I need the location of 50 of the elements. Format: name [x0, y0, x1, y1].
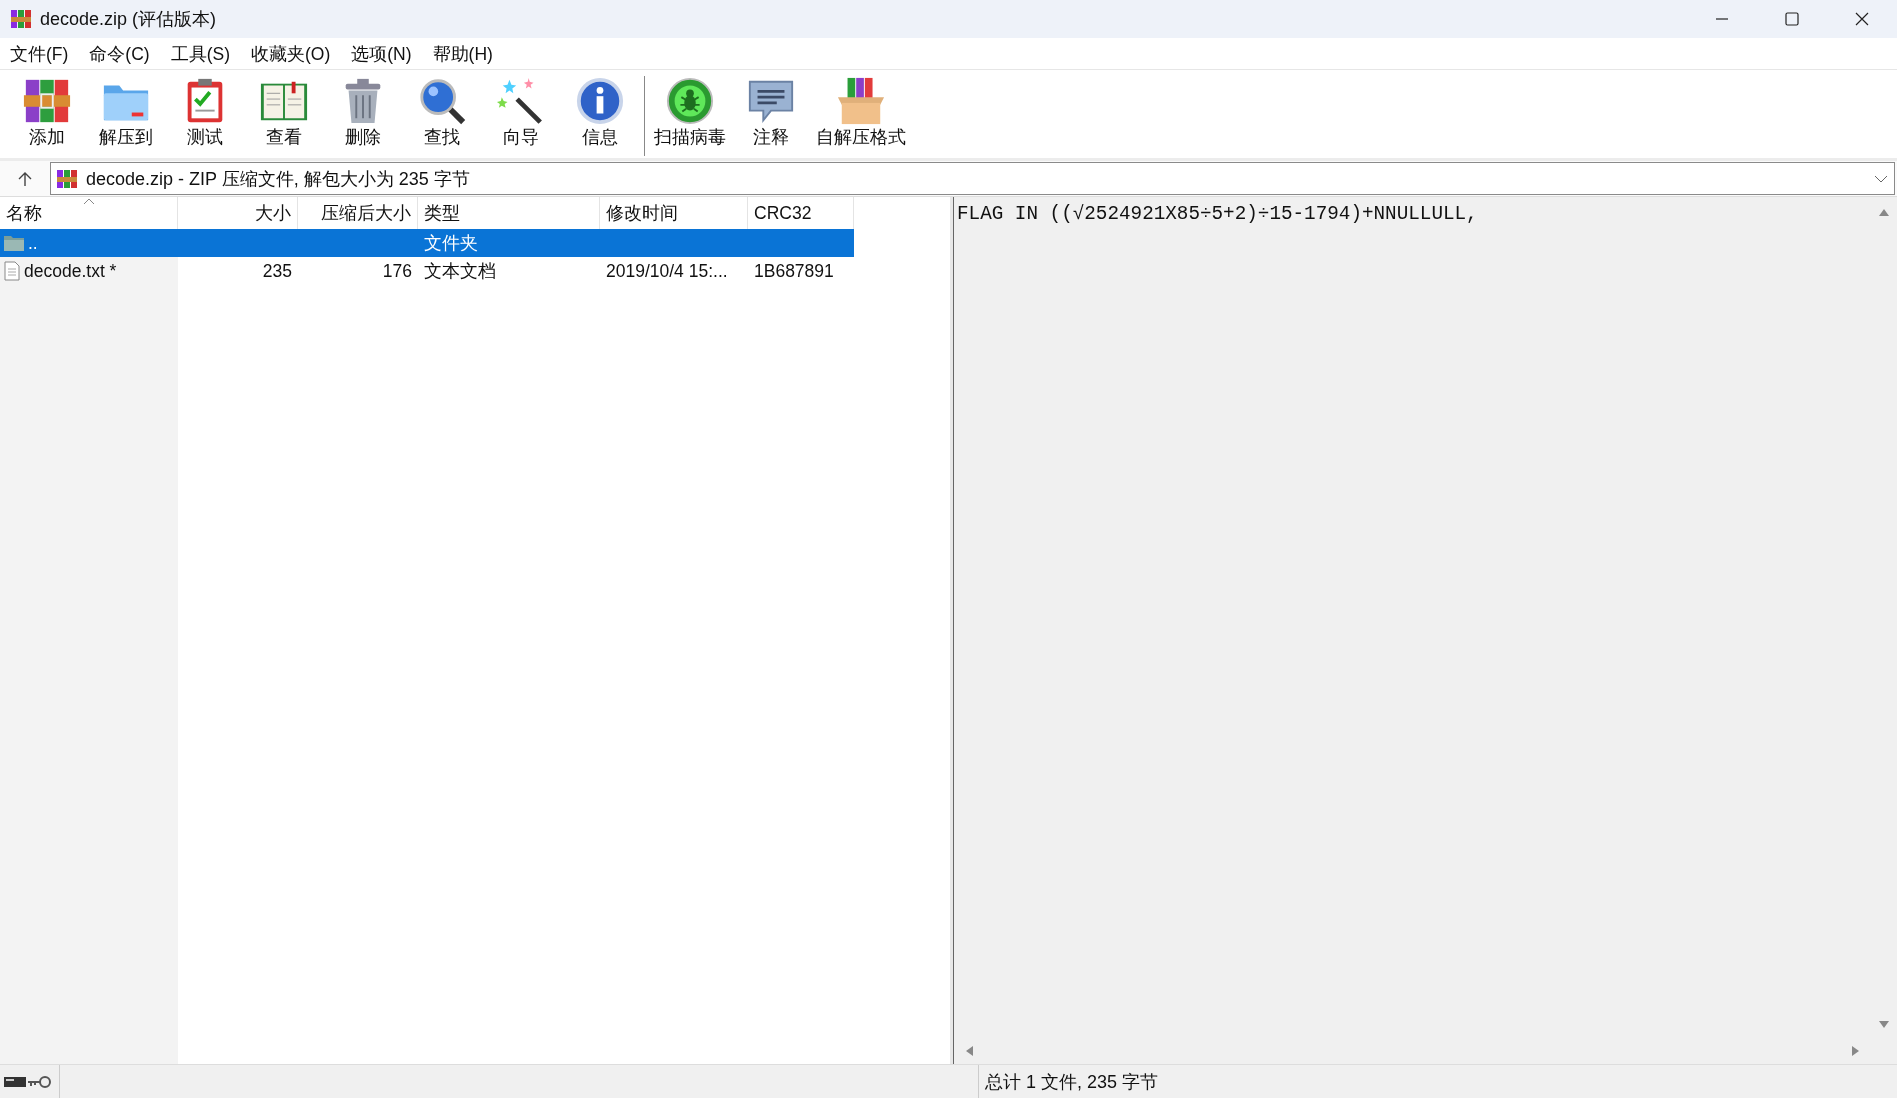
toolbar-button[interactable]: 查找: [405, 76, 479, 148]
drive-icon: [4, 1075, 26, 1088]
scroll-right-icon[interactable]: [1851, 1046, 1859, 1056]
table-cell-text: 文本文档: [424, 260, 496, 283]
window-title: decode.zip (评估版本): [40, 8, 217, 31]
app-logo-icon: [10, 8, 32, 30]
toolbar-button[interactable]: 注释: [734, 76, 808, 148]
table-cell: decode.txt *: [24, 260, 117, 282]
table-cell: ..: [28, 232, 38, 254]
bug-icon: [665, 76, 715, 126]
table-cell: 235: [262, 260, 292, 282]
toolbar-button[interactable]: 添加: [10, 76, 84, 148]
scroll-left-icon[interactable]: [966, 1046, 974, 1056]
menu-item[interactable]: 命令(C): [81, 37, 159, 70]
up-arrow-icon: [17, 170, 33, 187]
info-icon: [575, 76, 625, 126]
text-file-icon: [4, 261, 20, 281]
key-icon: [28, 1074, 52, 1089]
scroll-up-icon[interactable]: [1879, 209, 1889, 217]
file-row[interactable]: decode.txt * 235 176 文本文档 2019/10/4 15:... 1B687891: [0, 257, 854, 285]
menu-item[interactable]: 选项(N): [343, 37, 421, 70]
table-cell: 176: [382, 260, 412, 282]
archive-icon: [56, 167, 78, 190]
toolbar-button[interactable]: 扫描病毒: [651, 76, 729, 148]
scroll-down-icon[interactable]: [1879, 1020, 1889, 1028]
toolbar-button[interactable]: 自解压格式: [813, 76, 909, 148]
comment-text: FLAG IN ((√2524921X85÷5+2)÷15-1794)+NNULLULL,: [956, 202, 1479, 227]
toolbar-button[interactable]: 解压到: [89, 76, 163, 148]
status-text: 总计 1 文件, 235 字节: [984, 1070, 1159, 1094]
table-cell-text: 文件夹: [424, 232, 478, 255]
close-icon: [1855, 12, 1869, 26]
toolbar-button[interactable]: 删除: [326, 76, 400, 148]
magnifier-icon: [417, 76, 467, 126]
folder-icon: [4, 235, 24, 251]
toolbar-button[interactable]: 向导: [484, 76, 558, 148]
menu-item[interactable]: 文件(F): [2, 37, 78, 70]
toolbar-button[interactable]: 查看: [247, 76, 321, 148]
dropdown-caret-icon: [1874, 174, 1888, 183]
table-cell: 2019/10/4 15:...: [606, 260, 728, 282]
table-cell: 1B687891: [754, 260, 834, 282]
menu-item[interactable]: 工具(S): [162, 37, 239, 70]
address-field[interactable]: decode.zip - ZIP 压缩文件, 解包大小为 235 字节: [50, 162, 1895, 195]
maximize-icon: [1785, 12, 1799, 26]
menu-item[interactable]: 收藏夹(O): [243, 37, 340, 70]
box-with-books-icon: [836, 76, 886, 126]
sort-caret-icon: [83, 198, 95, 205]
menu-item[interactable]: 帮助(H): [424, 37, 502, 70]
toolbar-button[interactable]: 信息: [563, 76, 637, 148]
file-row[interactable]: .. 文件夹: [0, 229, 854, 257]
toolbar-button[interactable]: 测试: [168, 76, 242, 148]
